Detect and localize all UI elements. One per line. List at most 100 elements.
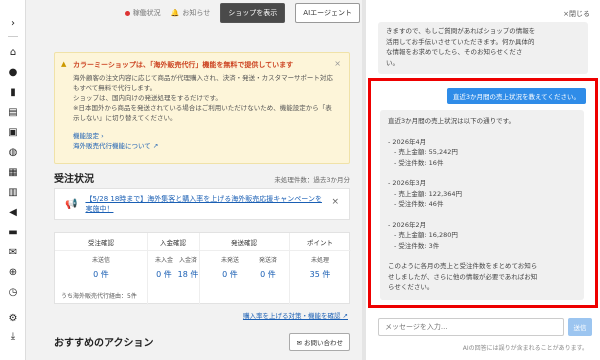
overseas-sub-note: うち海外販売代行経由：5件 — [61, 293, 137, 300]
purchase-rate-link[interactable]: 購入率を上げる対策・機能を確認 ↗ — [243, 310, 348, 320]
overseas-feature-link[interactable]: 海外販売代行機能について ↗ — [73, 141, 339, 151]
answer-month: - 2026年4月 — [388, 137, 427, 146]
close-icon[interactable]: × — [331, 197, 339, 207]
answer-intro: 直近3か月間の売上状況は以下の通りです。 — [388, 117, 515, 125]
view-shop-button[interactable]: ショップを表示 — [220, 3, 286, 23]
notice-link[interactable]: 🔔 お知らせ — [171, 8, 211, 18]
top-bar: 稼働状況 🔔 お知らせ ショップを表示 AIエージェント — [40, 0, 360, 26]
answer-month: - 2026年2月 — [388, 220, 427, 229]
clipboard-icon[interactable]: ▣ — [7, 126, 19, 138]
main-content: 稼働状況 🔔 お知らせ ショップを表示 AIエージェント ▲ × カラーミーショ… — [40, 0, 360, 360]
stat-unprocessed[interactable]: 未処理 35 件 — [305, 255, 335, 280]
ai-answer-message: 直近3か月間の売上状況は以下の通りです。 - 2026年4月 - 売上金額: 5… — [380, 110, 584, 300]
bookmark-icon[interactable]: ▮ — [7, 86, 19, 98]
notice-line: ショップは、国内向けの発送処理をするだけです。 — [73, 94, 222, 102]
answer-outro-line: せしましたが、さらに他の情報が必要であればお知 — [388, 272, 538, 281]
campaign-link[interactable]: 【5/28 18時まで】海外集客と購入率を上げる海外販売応援キャンペーンを実施中… — [85, 194, 325, 214]
purchase-rate-link-text: 購入率を上げる対策・機能を確認 — [242, 312, 341, 320]
ai-chat-panel: ×閉じる きますので、もしご質問があればショップの情報を 活用してお手伝いさせて… — [366, 0, 600, 360]
answer-orders: - 受注件数: 46件 — [394, 200, 444, 208]
store-icon[interactable]: ▦ — [7, 166, 19, 178]
clock-icon[interactable]: ◷ — [7, 286, 19, 298]
stat-label: 未処理 — [310, 257, 329, 264]
notice-label: お知らせ — [182, 9, 211, 17]
feature-settings-link[interactable]: 機能設定 › — [73, 131, 339, 141]
answer-sales: - 売上金額: 122,364円 — [394, 189, 463, 198]
stat-unsent[interactable]: 未送信 0 件 — [86, 255, 116, 280]
close-panel-button[interactable]: ×閉じる — [563, 9, 590, 19]
status-link[interactable]: 稼働状況 — [124, 8, 161, 18]
mail-icon: ✉ — [296, 339, 302, 347]
column-divider — [147, 233, 148, 305]
warning-icon: ▲ — [61, 60, 67, 68]
unprocessed-count-note: 未処理件数：過去3か月分 — [274, 176, 350, 184]
home-icon[interactable]: ⌂ — [7, 46, 19, 58]
message-line: きますので、もしご質問があればショップの情報を — [386, 27, 536, 35]
stat-paid[interactable]: 入金済 18 件 — [173, 255, 203, 280]
answer-outro-line: このように各月の売上と受注件数をまとめてお知ら — [388, 262, 538, 270]
stat-value: 0 件 — [260, 270, 276, 279]
stat-label: 未発送 — [220, 257, 239, 264]
stat-value: 0 件 — [222, 270, 238, 279]
notice-line: ※日本国外から商品を発送されている場合はご利用いただけないため、機能設定から「表 — [73, 104, 332, 112]
stat-shipped[interactable]: 発送済 0 件 — [253, 255, 283, 280]
message-line: い。 — [386, 58, 399, 67]
user-icon[interactable]: ● — [7, 66, 19, 78]
stat-label: 入金済 — [178, 257, 197, 264]
order-stats-table: 受注確認 入金確認 発送確認 ポイント 未送信 0 件 未入金 0 件 入金済 … — [54, 232, 351, 305]
notice-box: ▲ × カラーミーショップは、「海外販売代行」機能を無料で提供しています 海外顧… — [54, 52, 350, 164]
bell-icon: 🔔 — [170, 9, 180, 17]
answer-month: - 2026年3月 — [388, 179, 427, 187]
customer-settings-icon[interactable]: ◍ — [7, 146, 19, 158]
message-line: な情報をお求めでしたら、そのお知らせくださ — [386, 48, 523, 56]
document-icon[interactable]: ▤ — [7, 106, 19, 118]
header-payment-confirm: 入金確認 — [147, 233, 199, 251]
campaign-banner: 📢 【5/28 18時まで】海外集客と購入率を上げる海外販売応援キャンペーンを実… — [54, 188, 350, 220]
notice-line: 海外顧客の注文内容に応じて商品が代理購入され、決済・発送・カスタマーサポート対応 — [73, 74, 333, 82]
external-link-icon: ↗ — [152, 142, 159, 150]
stat-unshipped[interactable]: 未発送 0 件 — [215, 255, 245, 280]
external-link-icon: ↗ — [342, 312, 348, 320]
truck-icon[interactable]: ▬ — [7, 226, 19, 238]
stat-label: 未送信 — [91, 257, 110, 264]
notice-line: もすべて無料で代行します。 — [73, 84, 157, 92]
answer-sales: - 売上金額: 16,280円 — [394, 231, 458, 239]
column-divider — [289, 233, 290, 305]
rail-divider — [8, 36, 18, 37]
stat-value: 18 件 — [177, 270, 199, 279]
bar-chart-icon[interactable]: ▥ — [7, 186, 19, 198]
answer-orders: - 受注件数: 16件 — [394, 158, 444, 167]
header-order-confirm: 受注確認 — [55, 233, 147, 251]
message-input[interactable] — [378, 318, 564, 336]
previous-ai-message: きますので、もしご質問があればショップの情報を 活用してお手伝いさせていただきま… — [378, 22, 588, 74]
send-button[interactable]: 送信 — [568, 318, 592, 336]
close-icon[interactable]: × — [334, 59, 341, 68]
notice-title: カラーミーショップは、「海外販売代行」機能を無料で提供しています — [73, 61, 294, 69]
stat-label: 発送済 — [258, 257, 277, 264]
ai-disclaimer: AIの回答には誤りが含まれることがあります。 — [462, 345, 588, 352]
answer-orders: - 受注件数: 3件 — [394, 241, 440, 250]
header-points: ポイント — [289, 233, 351, 251]
orders-title: 受注状況 — [54, 174, 94, 185]
inquiry-button[interactable]: ✉ お問い合わせ — [289, 333, 350, 351]
ai-agent-button[interactable]: AIエージェント — [295, 3, 360, 23]
mail-icon[interactable]: ✉ — [7, 246, 19, 258]
status-label: 稼働状況 — [132, 9, 161, 17]
recommended-actions-title: おすすめのアクション — [54, 338, 154, 349]
icon-rail: › ⌂ ● ▮ ▤ ▣ ◍ ▦ ▥ ◀ ▬ ✉ ⊕ ◷ ⚙ ⤓ — [0, 0, 26, 360]
megaphone-icon: 📢 — [65, 198, 78, 210]
header-shipping-confirm: 発送確認 — [199, 233, 289, 251]
overseas-feature-link-text: 海外販売代行機能について — [73, 142, 151, 150]
answer-outro-line: らせください。 — [388, 283, 434, 291]
notice-line: 示しない」に切り替えてください。 — [73, 114, 177, 122]
download-icon[interactable]: ⤓ — [7, 330, 19, 342]
megaphone-icon[interactable]: ◀ — [7, 206, 19, 218]
plus-circle-icon[interactable]: ⊕ — [7, 266, 19, 278]
message-line: 活用してお手伝いさせていただきます。何か具体的 — [386, 37, 535, 46]
stat-value: 35 件 — [309, 270, 331, 279]
user-message: 直近3か月間の売上状況を教えてください。 — [446, 88, 586, 104]
stat-value: 0 件 — [93, 270, 109, 279]
expand-chevron-icon[interactable]: › — [7, 17, 19, 29]
status-dot-icon — [124, 10, 130, 16]
gear-icon[interactable]: ⚙ — [7, 312, 19, 324]
